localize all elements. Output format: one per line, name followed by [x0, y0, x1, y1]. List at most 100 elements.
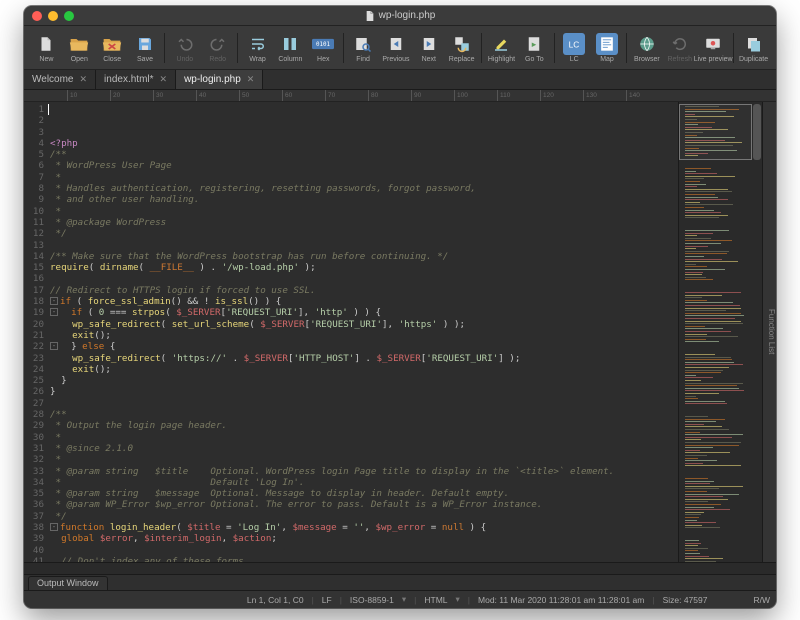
fold-icon[interactable]: -: [50, 308, 58, 316]
horizontal-scrollbar[interactable]: [24, 562, 776, 574]
code-line[interactable]: global $error, $interim_login, $action;: [50, 533, 678, 544]
status-encoding[interactable]: ISO-8859-1: [350, 595, 394, 605]
code-line[interactable]: /**: [50, 409, 678, 420]
line-number[interactable]: 21: [24, 330, 44, 341]
line-number[interactable]: 4: [24, 138, 44, 149]
code-line[interactable]: * Output the login page header.: [50, 420, 678, 431]
code-line[interactable]: wp_safe_redirect( set_url_scheme( $_SERV…: [50, 319, 678, 330]
code-line[interactable]: */: [50, 511, 678, 522]
line-number[interactable]: 26: [24, 386, 44, 397]
minimap[interactable]: [678, 102, 762, 562]
fold-icon[interactable]: -: [50, 297, 58, 305]
function-list-sidebar[interactable]: Function List: [762, 102, 776, 562]
code-line[interactable]: exit();: [50, 330, 678, 341]
code-line[interactable]: *: [50, 206, 678, 217]
code-line[interactable]: wp_safe_redirect( 'https://' . $_SERVER[…: [50, 353, 678, 364]
line-number[interactable]: 31: [24, 443, 44, 454]
status-mode[interactable]: R/W: [753, 595, 770, 605]
line-number[interactable]: 35: [24, 488, 44, 499]
line-number[interactable]: 41: [24, 556, 44, 562]
line-number[interactable]: 5: [24, 149, 44, 160]
toolbar-close-button[interactable]: Close: [96, 28, 129, 68]
code-line[interactable]: }: [50, 386, 678, 397]
code-line[interactable]: *: [50, 432, 678, 443]
code-line[interactable]: * @param string $message Optional. Messa…: [50, 488, 678, 499]
line-number[interactable]: 18: [24, 296, 44, 307]
line-number[interactable]: 8: [24, 183, 44, 194]
line-number[interactable]: 24: [24, 364, 44, 375]
code-line[interactable]: * WordPress User Page: [50, 160, 678, 171]
line-number[interactable]: 20: [24, 319, 44, 330]
output-window-tab[interactable]: Output Window: [28, 576, 108, 590]
close-icon[interactable]: ✕: [80, 74, 88, 85]
line-number[interactable]: 33: [24, 466, 44, 477]
line-number[interactable]: 22: [24, 341, 44, 352]
code-line[interactable]: }: [50, 375, 678, 386]
status-lang-dropdown-icon[interactable]: ▾: [456, 594, 460, 605]
minimap-viewport[interactable]: [679, 104, 752, 160]
toolbar-highlight-button[interactable]: Highlight: [485, 28, 518, 68]
code-area[interactable]: <?php /** * WordPress User Page * * Handl…: [48, 102, 678, 562]
fold-icon[interactable]: -: [50, 342, 58, 350]
line-number[interactable]: 39: [24, 533, 44, 544]
status-language[interactable]: HTML: [424, 595, 447, 605]
line-number[interactable]: 19: [24, 307, 44, 318]
code-line[interactable]: [50, 398, 678, 409]
line-gutter[interactable]: 1234567891011121314151617181920212223242…: [24, 102, 48, 562]
toolbar-find-button[interactable]: Find: [347, 28, 380, 68]
toolbar-previous-button[interactable]: Previous: [380, 28, 413, 68]
code-line[interactable]: require( dirname( __FILE__ ) . '/wp-load…: [50, 262, 678, 273]
line-number[interactable]: 40: [24, 545, 44, 556]
code-line[interactable]: [50, 240, 678, 251]
toolbar-browser-button[interactable]: Browser: [630, 28, 663, 68]
toolbar-new-button[interactable]: New: [30, 28, 63, 68]
line-number[interactable]: 7: [24, 172, 44, 183]
code-line[interactable]: -function login_header( $title = 'Log In…: [50, 522, 678, 533]
line-number[interactable]: 37: [24, 511, 44, 522]
code-line[interactable]: * Default 'Log In'.: [50, 477, 678, 488]
code-line[interactable]: * Handles authentication, registering, r…: [50, 183, 678, 194]
code-line[interactable]: *: [50, 172, 678, 183]
line-number[interactable]: 32: [24, 454, 44, 465]
line-number[interactable]: 1: [24, 104, 44, 115]
line-number[interactable]: 15: [24, 262, 44, 273]
code-line[interactable]: * @since 2.1.0: [50, 443, 678, 454]
code-line[interactable]: // Redirect to HTTPS login if forced to …: [50, 285, 678, 296]
line-number[interactable]: 34: [24, 477, 44, 488]
code-line[interactable]: // Don't index any of these forms: [50, 556, 678, 562]
line-number[interactable]: 11: [24, 217, 44, 228]
code-line[interactable]: [50, 545, 678, 556]
editor[interactable]: 1234567891011121314151617181920212223242…: [24, 102, 678, 562]
line-number[interactable]: 16: [24, 273, 44, 284]
line-number[interactable]: 28: [24, 409, 44, 420]
line-number[interactable]: 13: [24, 240, 44, 251]
line-number[interactable]: 12: [24, 228, 44, 239]
line-number[interactable]: 14: [24, 251, 44, 262]
code-line[interactable]: */: [50, 228, 678, 239]
code-line[interactable]: [50, 273, 678, 284]
toolbar-goto-button[interactable]: Go To: [518, 28, 551, 68]
minimap-scrollbar[interactable]: [753, 104, 761, 160]
toolbar-next-button[interactable]: Next: [412, 28, 445, 68]
code-line[interactable]: * and other user handling.: [50, 194, 678, 205]
titlebar[interactable]: wp-login.php: [24, 6, 776, 26]
toolbar-wrap-button[interactable]: Wrap: [241, 28, 274, 68]
line-number[interactable]: 38: [24, 522, 44, 533]
tab[interactable]: index.html*✕: [96, 70, 176, 89]
code-line[interactable]: exit();: [50, 364, 678, 375]
toolbar-open-button[interactable]: Open: [63, 28, 96, 68]
close-icon[interactable]: ✕: [247, 74, 255, 85]
code-line[interactable]: * @param WP_Error $wp_error Optional. Th…: [50, 499, 678, 510]
line-number[interactable]: 36: [24, 499, 44, 510]
code-line[interactable]: /** Make sure that the WordPress bootstr…: [50, 251, 678, 262]
tab[interactable]: Welcome✕: [24, 70, 96, 89]
code-line[interactable]: *: [50, 454, 678, 465]
fold-icon[interactable]: -: [50, 523, 58, 531]
line-number[interactable]: 3: [24, 127, 44, 138]
code-line[interactable]: <?php: [50, 138, 678, 149]
toolbar-map-button[interactable]: Map: [591, 28, 624, 68]
code-line[interactable]: -if ( force_ssl_admin() && ! is_ssl() ) …: [50, 296, 678, 307]
line-number[interactable]: 6: [24, 160, 44, 171]
line-number[interactable]: 30: [24, 432, 44, 443]
code-line[interactable]: - } else {: [50, 341, 678, 352]
